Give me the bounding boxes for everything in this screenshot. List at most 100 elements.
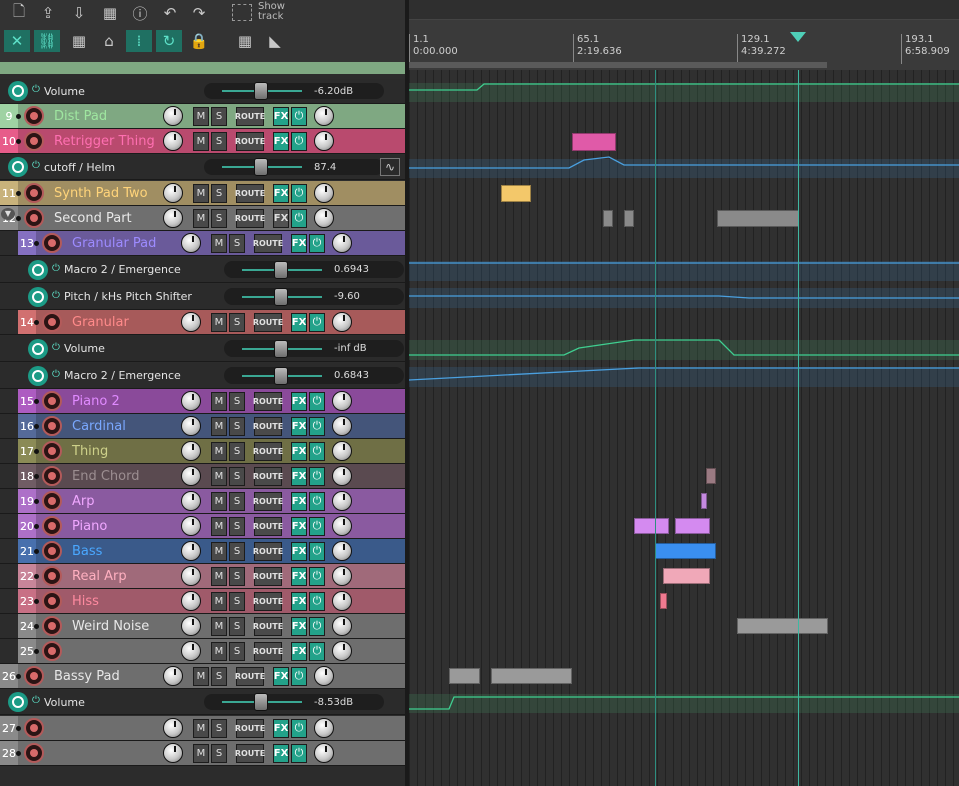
fx-button[interactable]: FX [291,566,307,586]
pan-knob[interactable] [332,541,352,561]
envelope-active-button[interactable] [8,692,28,712]
record-arm-button[interactable] [42,391,62,411]
hiss-clip[interactable] [660,593,667,609]
route-button[interactable]: ROUTE [253,566,283,586]
record-arm-button[interactable] [42,233,62,253]
track-row[interactable]: 20 Piano M S ROUTE FX ⏻ [0,514,405,539]
route-button[interactable]: ROUTE [253,441,283,461]
fx-bypass-button[interactable]: ⏻ [309,541,325,561]
track-name[interactable]: Synth Pad Two [54,181,148,205]
envelope-row[interactable]: ⏻ cutoff / Helm 87.4 ∿ [0,155,405,180]
envelope-row[interactable]: ⏻ Volume -8.53dB [0,690,405,715]
fx-bypass-button[interactable]: ⏻ [309,641,325,661]
route-button[interactable]: ROUTE [235,208,265,228]
envelope-row[interactable]: ⏻ Volume -inf dB [0,336,405,362]
track-name[interactable]: Bass [72,539,102,563]
weird-noise-clip[interactable] [737,618,828,634]
retrigger-clip[interactable] [572,133,616,151]
ruler-top-strip[interactable] [409,0,959,20]
track-name[interactable]: Second Part [54,206,132,230]
solo-button[interactable]: S [229,416,245,436]
route-button[interactable]: ROUTE [253,591,283,611]
ripple-edit-icon[interactable]: ✕ [4,30,30,52]
envelope-fader-thumb[interactable] [274,366,288,385]
track-lanes[interactable] [409,70,959,786]
track-row[interactable]: 14 Granular M S ROUTE FX ⏻ [0,310,405,335]
real-arp-clip[interactable] [663,568,710,584]
fx-button[interactable]: FX [291,233,307,253]
route-button[interactable]: ROUTE [253,641,283,661]
track-row[interactable]: 9 Dist Pad M S ROUTE FX ⏻ [0,104,405,129]
mute-button[interactable]: M [193,208,209,228]
track-name[interactable]: Bassy Pad [54,664,120,688]
pan-knob[interactable] [314,131,334,151]
grouping-icon[interactable]: ⌂ [96,30,122,52]
fx-bypass-button[interactable]: ⏻ [309,441,325,461]
track-row[interactable]: 11 Synth Pad Two M S ROUTE FX ⏻ [0,181,405,206]
volume-envelope-line-3[interactable] [409,696,959,710]
envelope-power-icon[interactable]: ⏻ [52,369,60,380]
envelope-row[interactable]: ⏻ Macro 2 / Emergence 0.6843 [0,363,405,389]
pan-knob[interactable] [314,106,334,126]
envelope-fader-thumb[interactable] [274,260,288,279]
mute-button[interactable]: M [211,641,227,661]
loop-region[interactable] [409,62,827,68]
fx-bypass-button[interactable]: ⏻ [309,616,325,636]
solo-button[interactable]: S [229,541,245,561]
route-button[interactable]: ROUTE [253,516,283,536]
fx-bypass-button[interactable]: ⏻ [291,743,307,763]
volume-envelope-line[interactable] [409,83,959,91]
pan-knob[interactable] [332,441,352,461]
volume-knob[interactable] [181,391,201,411]
mute-button[interactable]: M [193,718,209,738]
pan-knob[interactable] [332,641,352,661]
new-file-icon[interactable]: 🗋 [6,2,32,24]
fx-bypass-button[interactable]: ⏻ [309,416,325,436]
solo-button[interactable]: S [229,591,245,611]
track-row[interactable]: 22 Real Arp M S ROUTE FX ⏻ [0,564,405,589]
solo-button[interactable]: S [211,666,227,686]
record-arm-button[interactable] [42,312,62,332]
fx-bypass-button[interactable]: ⏻ [309,391,325,411]
fx-button[interactable]: FX [291,391,307,411]
cutoff-envelope-line[interactable] [409,156,959,169]
track-row[interactable]: 15 Piano 2 M S ROUTE FX ⏻ [0,389,405,414]
solo-button[interactable]: S [229,616,245,636]
fx-button[interactable]: FX [291,641,307,661]
record-arm-button[interactable] [42,516,62,536]
track-name[interactable]: Thing [72,439,108,463]
fx-button[interactable]: FX [291,516,307,536]
fx-button[interactable]: FX [291,491,307,511]
track-name[interactable]: Arp [72,489,95,513]
envelope-active-button[interactable] [28,365,48,386]
fx-bypass-button[interactable]: ⏻ [291,718,307,738]
fx-button[interactable]: FX [273,743,289,763]
solo-button[interactable]: S [229,441,245,461]
mute-button[interactable]: M [211,441,227,461]
record-arm-button[interactable] [42,616,62,636]
playhead-marker-icon[interactable] [790,32,806,42]
synth-pad-two-clip[interactable] [501,185,531,202]
pan-knob[interactable] [314,718,334,738]
mute-button[interactable]: M [211,516,227,536]
envelope-fader-thumb[interactable] [274,339,288,358]
envelope-fader-thumb[interactable] [254,158,268,176]
volume-knob[interactable] [163,208,183,228]
fx-button[interactable]: FX [291,312,307,332]
envelope-row[interactable]: ⏻ Volume -6.20dB [0,79,405,104]
fx-button[interactable]: FX [291,591,307,611]
volume-knob[interactable] [181,591,201,611]
ruler-marker[interactable]: 129.1 4:39.272 [737,34,786,64]
solo-button[interactable]: S [211,718,227,738]
redo-icon[interactable]: ↷ [186,2,212,24]
track-name[interactable]: Retrigger Thing [54,129,155,153]
mute-button[interactable]: M [211,233,227,253]
solo-button[interactable]: S [211,743,227,763]
envelope-power-icon[interactable]: ⏻ [32,695,40,706]
mute-button[interactable]: M [193,666,209,686]
route-button[interactable]: ROUTE [235,666,265,686]
fx-bypass-button[interactable]: ⏻ [309,233,325,253]
track-row[interactable]: 24 Weird Noise M S ROUTE FX ⏻ [0,614,405,639]
volume-knob[interactable] [181,516,201,536]
volume-knob[interactable] [181,312,201,332]
